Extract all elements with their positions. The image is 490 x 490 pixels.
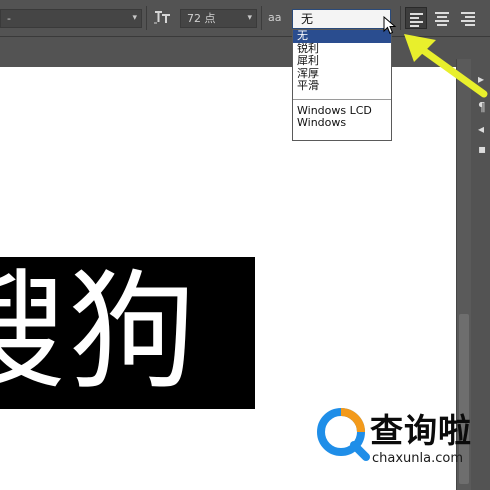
watermark-title: 查询啦 (370, 411, 472, 450)
antialias-value: 无 (301, 12, 314, 26)
layer-text: 搜狗 (0, 258, 199, 407)
font-style-select[interactable]: - ▾ (0, 9, 142, 28)
panel-icon[interactable]: ¶ (478, 100, 486, 114)
mouse-cursor-icon (383, 16, 397, 35)
toolbar-divider (261, 6, 262, 30)
align-left-button[interactable] (405, 7, 427, 29)
chevron-down-icon: ▾ (247, 13, 252, 23)
watermark: 查询啦 chaxunla.com (316, 404, 488, 470)
font-size-select[interactable]: 72 点 ▾ (180, 9, 257, 28)
search-logo-icon (317, 408, 370, 461)
antialias-option-windows[interactable]: Windows (293, 116, 391, 130)
panel-icon[interactable]: ▪ (478, 142, 486, 156)
chevron-down-icon: ▾ (132, 13, 137, 23)
antialias-dropdown: 无 锐利 犀利 浑厚 平滑 Windows LCD Windows (292, 29, 392, 141)
antialias-option-smooth[interactable]: 平滑 (293, 79, 391, 93)
annotation-arrow-icon (404, 34, 488, 98)
antialias-select[interactable]: 无 (292, 9, 391, 29)
watermark-url: chaxunla.com (372, 451, 463, 466)
panel-icon[interactable]: ◂ (478, 122, 484, 136)
dropdown-divider (293, 98, 391, 100)
font-style-value: - (7, 12, 11, 25)
text-layer[interactable]: 搜狗 (0, 257, 255, 409)
font-size-value: 72 点 (187, 12, 216, 25)
antialias-option-none[interactable]: 无 (293, 29, 391, 43)
toolbar-divider (146, 6, 147, 30)
align-right-button[interactable] (457, 7, 479, 29)
antialias-icon: aa (268, 11, 282, 24)
toolbar-divider (400, 6, 401, 30)
align-center-button[interactable] (431, 7, 453, 29)
antialias-option-crisp[interactable]: 犀利 (293, 54, 391, 68)
font-size-icon (153, 9, 171, 29)
